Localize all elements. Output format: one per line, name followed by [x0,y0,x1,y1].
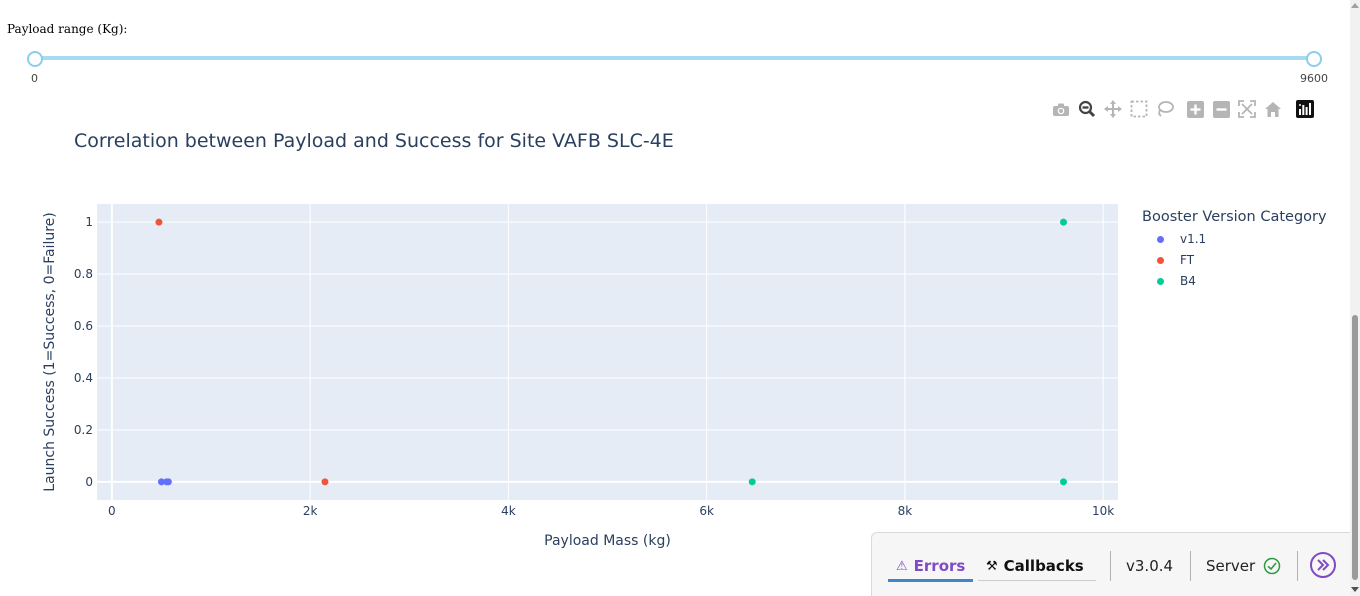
check-circle-icon [1263,557,1281,575]
x-tick-label: 4k [501,504,516,518]
data-point-v1-1[interactable] [164,478,172,486]
y-tick-label: 0.6 [74,319,93,333]
data-point-b4[interactable] [748,478,756,486]
legend-marker [1157,235,1164,243]
callbacks-tab-label: Callbacks [1003,557,1084,575]
separator [1190,551,1191,581]
separator [1110,551,1111,581]
plotly-logo-icon[interactable] [1292,99,1318,119]
data-point-ft[interactable] [321,478,329,486]
dash-version: v3.0.4 [1126,557,1174,575]
y-tick-label: 0 [85,475,93,489]
legend-title: Booster Version Category [1142,209,1327,225]
reset-axes-icon[interactable] [1260,99,1286,119]
legend-marker [1157,277,1164,285]
errors-tab[interactable]: ⚠ Errors [888,557,974,582]
y-tick-label: 1 [85,215,93,229]
server-status[interactable]: Server [1206,557,1281,575]
pan-icon[interactable] [1100,99,1126,119]
data-point-ft[interactable] [155,218,163,226]
y-tick-label: 0.8 [74,267,93,281]
x-tick-label: 2k [303,504,318,518]
x-tick-label: 8k [898,504,913,518]
data-point-b4[interactable] [1059,478,1067,486]
server-label: Server [1206,557,1256,575]
slider-label: Payload range (Kg): [7,22,128,36]
scatter-plot: 0 2k 4k 6k 8k 10k 0 0.2 0.4 0.6 0.8 1 Payload Mass … [42,204,1118,549]
chart-title: Correlation between Payload and Success … [74,130,674,152]
y-tick-label: 0.2 [74,423,93,437]
data-point-v1-1[interactable] [157,478,165,486]
x-tick-label: 10k [1092,504,1114,518]
double-chevron-right-icon [1317,559,1330,571]
slider-mark-min: 0 [31,72,38,85]
autoscale-icon[interactable] [1234,99,1260,119]
y-tick-label: 0.4 [74,371,93,385]
camera-icon[interactable] [1048,99,1074,119]
scrollbar-thumb[interactable] [1352,315,1358,580]
zoom-in-icon[interactable] [1182,99,1208,119]
legend-item[interactable]: B4 [1157,274,1196,288]
page-scrollbar[interactable] [1350,0,1360,596]
slider-handle-min[interactable] [27,51,43,67]
errors-tab-label: Errors [913,557,966,575]
y-axis-label: Launch Success (1=Success, 0=Failure) [42,212,58,491]
legend-item[interactable]: v1.1 [1157,232,1206,246]
legend-label: B4 [1180,274,1196,288]
dash-debug-bar: ⚠ Errors ⚒ Callbacks v3.0.4 Server [871,532,1351,596]
chart-modebar [1048,99,1318,119]
x-axis-label: Payload Mass (kg) [544,533,671,549]
slider-handle-max[interactable] [1306,51,1322,67]
separator [1297,551,1298,581]
tab-underline [978,580,1096,581]
x-tick-label: 6k [699,504,714,518]
legend-item[interactable]: FT [1157,253,1194,267]
expand-debug-button[interactable] [1310,552,1336,578]
lasso-select-icon[interactable] [1152,99,1178,119]
callbacks-icon: ⚒ [986,558,998,574]
legend-marker [1157,256,1164,264]
warning-icon: ⚠ [896,558,908,574]
payload-range-slider-track[interactable] [34,56,1313,60]
box-select-icon[interactable] [1126,99,1152,119]
legend-label: v1.1 [1180,232,1207,246]
zoom-icon[interactable] [1074,99,1100,119]
scroll-up-icon[interactable] [1351,3,1359,8]
slider-mark-max: 9600 [1300,72,1328,85]
x-tick-label: 0 [108,504,116,518]
zoom-out-icon[interactable] [1208,99,1234,119]
plot-area[interactable] [97,204,1118,500]
callbacks-tab[interactable]: ⚒ Callbacks [986,557,1084,575]
data-point-v1-1[interactable] [163,478,171,486]
slider-selected-range [34,56,1313,60]
data-point-b4[interactable] [1059,218,1067,226]
legend-label: FT [1180,253,1195,267]
scroll-down-icon[interactable] [1351,587,1359,592]
